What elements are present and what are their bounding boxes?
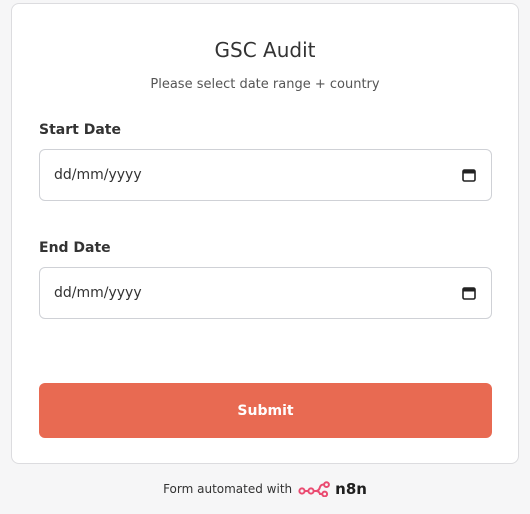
calendar-icon[interactable]	[462, 168, 476, 182]
submit-button[interactable]: Submit	[39, 383, 492, 438]
n8n-brand-link[interactable]: n8n	[298, 480, 367, 498]
form-title: GSC Audit	[214, 38, 316, 62]
calendar-icon[interactable]	[462, 286, 476, 300]
footer-text: Form automated with	[163, 482, 293, 496]
form-card: GSC Audit Please select date range + cou…	[11, 3, 519, 464]
start-date-label: Start Date	[39, 122, 121, 138]
start-date-field[interactable]: dd/mm/yyyy	[39, 149, 492, 201]
n8n-logo-icon	[298, 481, 331, 497]
end-date-placeholder: dd/mm/yyyy	[54, 285, 142, 301]
n8n-brand-name: n8n	[335, 480, 367, 498]
start-date-placeholder: dd/mm/yyyy	[54, 167, 142, 183]
footer: Form automated with n8n	[0, 480, 530, 498]
submit-button-label: Submit	[237, 402, 294, 419]
end-date-label: End Date	[39, 240, 111, 256]
form-subtitle: Please select date range + country	[150, 77, 380, 92]
end-date-field[interactable]: dd/mm/yyyy	[39, 267, 492, 319]
